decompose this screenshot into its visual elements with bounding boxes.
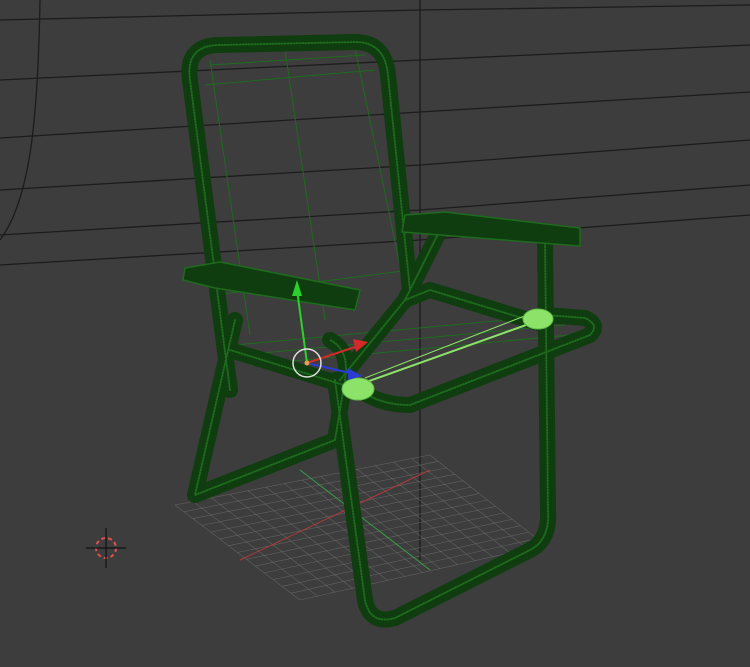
grid-line bbox=[255, 512, 504, 567]
x-axis-line bbox=[239, 469, 431, 561]
armrests bbox=[182, 211, 581, 311]
3d-viewport[interactable] bbox=[0, 0, 750, 667]
3d-cursor-icon[interactable] bbox=[86, 528, 126, 568]
grid-line bbox=[264, 518, 513, 574]
viewport-canvas[interactable] bbox=[0, 0, 750, 667]
object-origin-dot bbox=[304, 360, 310, 366]
chair-mesh[interactable] bbox=[181, 34, 602, 628]
background-mesh-lines bbox=[0, 0, 750, 560]
grid-line bbox=[320, 476, 441, 569]
grid-line bbox=[246, 506, 496, 560]
